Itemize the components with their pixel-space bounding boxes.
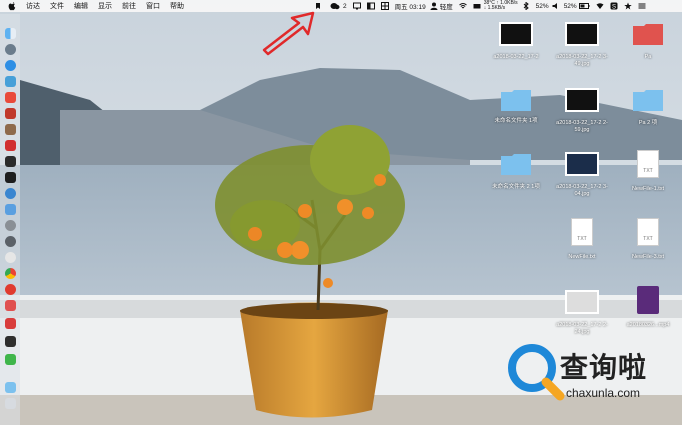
- dock: [0, 14, 20, 425]
- magnifier-logo-icon: [508, 344, 565, 401]
- user-name[interactable]: 轻度: [440, 1, 453, 11]
- desktop-folder-item[interactable]: Pa 2 项: [618, 88, 678, 130]
- watermark-title: 查询啦: [560, 351, 648, 384]
- desktop-item-label: a2018-03-22_17-2 2-59.jpg: [556, 120, 608, 133]
- svg-text:S: S: [612, 4, 616, 10]
- app-v-dock-icon[interactable]: [5, 318, 16, 329]
- battery-percent-2: 52%: [563, 2, 577, 10]
- photo-thumbnail: [565, 152, 599, 176]
- settings-dock-icon[interactable]: [5, 220, 16, 231]
- desktop-item-label: NewFile.txt: [568, 254, 596, 260]
- desktop-txt-item[interactable]: TXT NewFile-3.txt: [618, 218, 678, 266]
- window-icon[interactable]: [366, 2, 375, 10]
- star-icon[interactable]: [624, 2, 632, 10]
- keyboard-icon[interactable]: [473, 2, 481, 10]
- safari-dock-icon[interactable]: [5, 60, 16, 71]
- menu-go[interactable]: 前往: [122, 1, 136, 11]
- desktop-item-label: a2018-03-22_17-2: [493, 54, 539, 60]
- desktop-folder-item[interactable]: 未命名文件夹 1项: [486, 112, 546, 142]
- wechat-count: 2: [343, 2, 347, 10]
- photo-thumbnail: [565, 290, 599, 314]
- menu-edit[interactable]: 编辑: [74, 1, 88, 11]
- photos-app-dock-icon[interactable]: [5, 76, 16, 87]
- net-down: ↓ 1.5KB/s: [483, 5, 506, 11]
- trash-dock-icon[interactable]: [5, 398, 16, 409]
- menu-finder[interactable]: 访达: [26, 1, 40, 11]
- yandex-dock-icon[interactable]: [5, 252, 16, 263]
- downloads-folder-dock-icon[interactable]: [5, 382, 16, 393]
- desktop-photo-item[interactable]: a2018-03-22_17-2 2-59.jpg: [552, 88, 612, 133]
- desktop-video-item[interactable]: a20180326...mp4: [618, 286, 678, 334]
- folder-icon: [633, 90, 663, 111]
- app-dark-dock-icon[interactable]: [5, 336, 16, 347]
- photo-thumbnail: [565, 22, 599, 46]
- display-icon[interactable]: [352, 2, 361, 10]
- folder-icon: [501, 90, 531, 111]
- bluetooth-icon[interactable]: [522, 2, 530, 10]
- folder-icon: [633, 24, 663, 45]
- desktop-folder-item[interactable]: Pa: [618, 22, 678, 64]
- menu-window[interactable]: 窗口: [146, 1, 160, 11]
- photo-thumbnail: [565, 88, 599, 112]
- terminal-dock-icon[interactable]: [5, 172, 16, 183]
- finder-dock-icon[interactable]: [5, 28, 16, 39]
- apple-icon[interactable]: [8, 1, 16, 11]
- menu-file[interactable]: 文件: [50, 1, 64, 11]
- watermark-url: chaxunla.com: [566, 386, 641, 400]
- menu-bar: 访达 文件 编辑 显示 前往 窗口 帮助 2 周五 03:19 轻度 38°C …: [0, 0, 682, 12]
- photo-thumbnail: [499, 22, 533, 46]
- list-icon[interactable]: [638, 2, 646, 10]
- wifi-signal-icon[interactable]: [596, 2, 604, 10]
- menu-help[interactable]: 帮助: [170, 1, 184, 11]
- desktop-item-label: Pa: [644, 54, 652, 60]
- chrome-dock-icon[interactable]: [5, 268, 16, 279]
- clock[interactable]: 周五 03:19: [395, 1, 426, 11]
- battery-icon[interactable]: [578, 2, 590, 10]
- wifi-icon[interactable]: [458, 2, 467, 10]
- launchpad-dock-icon[interactable]: [5, 44, 16, 55]
- calendar-dock-icon[interactable]: [5, 140, 16, 151]
- menu-view[interactable]: 显示: [98, 1, 112, 11]
- app-s-icon[interactable]: S: [610, 2, 618, 10]
- app-bowl-dock-icon[interactable]: [5, 124, 16, 135]
- folder-icon: [501, 154, 531, 175]
- desktop-item-label: Pa 2 项: [638, 120, 658, 126]
- desktop-item-label: a20180326...mp4: [626, 322, 670, 328]
- desktop-txt-item[interactable]: TXT NewFile.txt: [552, 218, 612, 266]
- annotation-arrow-icon: [262, 11, 315, 56]
- battery-percent: 52%: [535, 2, 549, 10]
- wechat-dock-icon[interactable]: [5, 354, 16, 365]
- desktop-item-label: a2018-03-22_17-2 3-04.jpg: [556, 184, 608, 197]
- desktop-photo-item[interactable]: a2018-03-22_17-2: [486, 22, 546, 64]
- desktop-txt-item[interactable]: TXT NewFile-1.txt: [618, 150, 678, 198]
- txt-file-icon: TXT: [637, 150, 659, 178]
- app-red-dock-icon[interactable]: [5, 284, 16, 295]
- desktop-item-label: 未命名文件夹 1项: [494, 118, 538, 124]
- notes-dock-icon[interactable]: [5, 108, 16, 119]
- desktop-item-label: NewFile-1.txt: [631, 186, 665, 192]
- wechat-icon[interactable]: [330, 2, 340, 10]
- disk-util-dock-icon[interactable]: [5, 236, 16, 247]
- desktop-folder-item[interactable]: 未命名文件夹 2 1项: [486, 152, 546, 200]
- txt-file-icon: TXT: [637, 218, 659, 246]
- watermark-logo: 查询啦 chaxunla.com: [500, 336, 670, 408]
- appstore-dock-icon[interactable]: [5, 92, 16, 103]
- desktop-item-label: NewFile-3.txt: [631, 254, 665, 260]
- volume-icon[interactable]: [552, 2, 560, 10]
- desktop-item-label: a2018-03-22_17-2 3-49.jpg: [556, 54, 608, 67]
- desktop-item-label: a2018-03-22_17-2 2-24.jpg: [556, 322, 608, 335]
- desktop-photo-item[interactable]: a2018-03-22_17-2 3-04.jpg: [552, 152, 612, 200]
- activity-monitor-dock-icon[interactable]: [5, 156, 16, 167]
- user-icon[interactable]: [430, 2, 438, 10]
- desktop-photo-item[interactable]: a2018-03-22_17-2 2-24.jpg: [552, 290, 612, 338]
- txt-file-icon: TXT: [571, 218, 593, 246]
- desktop-item-label: 未命名文件夹 2 1项: [492, 184, 540, 190]
- bookmark-icon[interactable]: [314, 2, 322, 10]
- desktop-photo-item[interactable]: a2018-03-22_17-2 3-49.jpg: [552, 22, 612, 67]
- grid-icon[interactable]: [380, 2, 389, 10]
- vivaldi-dock-icon[interactable]: [5, 300, 16, 311]
- download-dock-icon[interactable]: [5, 188, 16, 199]
- finder-blue-dock-icon[interactable]: [5, 204, 16, 215]
- video-file-icon: [637, 286, 659, 314]
